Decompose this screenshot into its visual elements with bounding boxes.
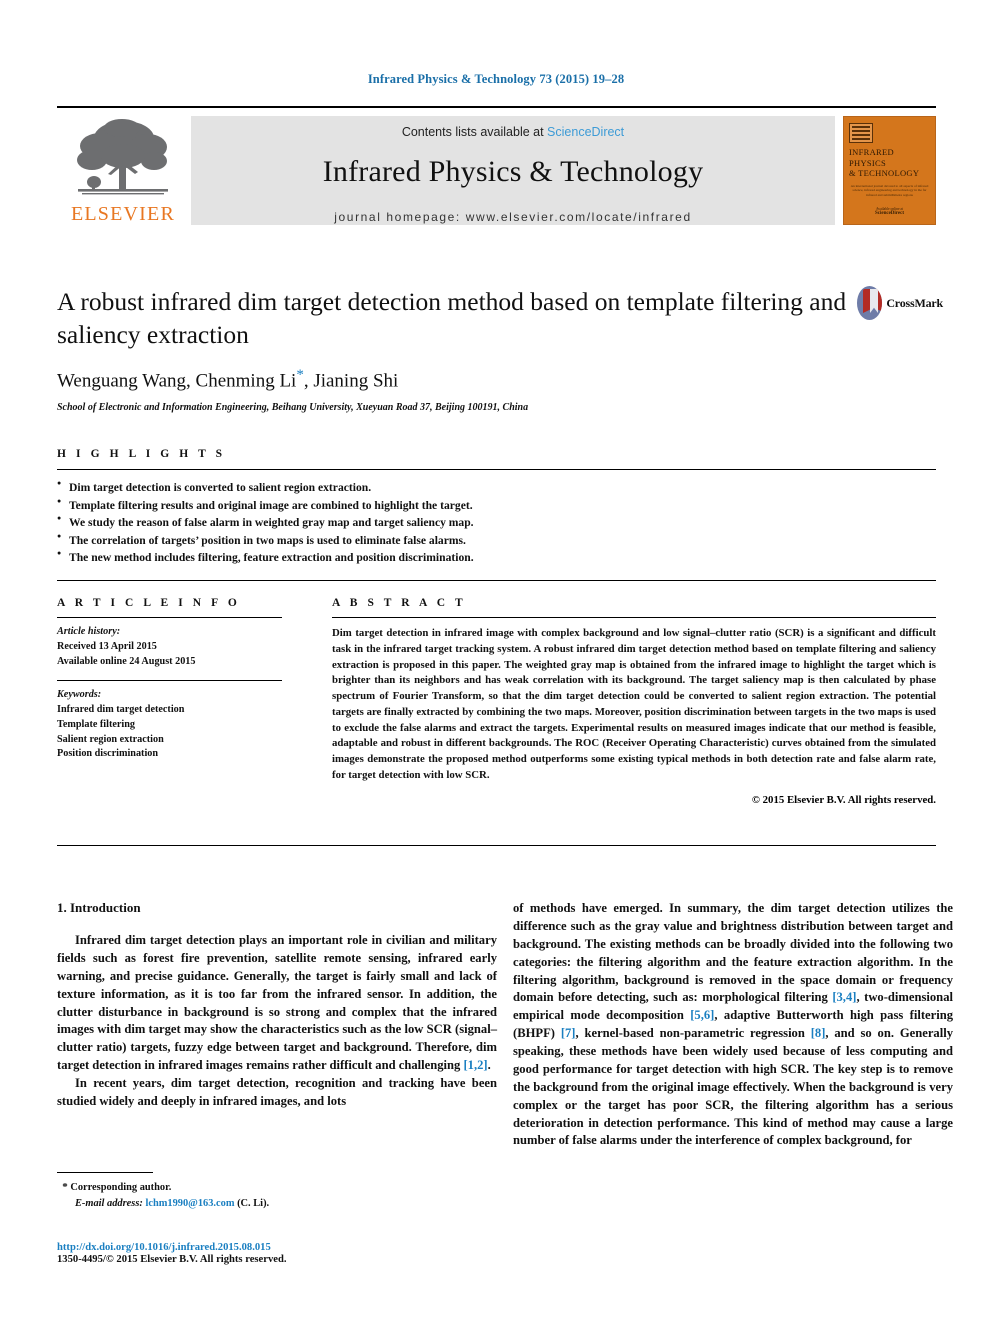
article-history-group: Article history: Received 13 April 2015 …	[57, 625, 282, 669]
abstract-copyright: © 2015 Elsevier B.V. All rights reserved…	[751, 794, 936, 807]
crossmark-badge[interactable]: CrossMark	[857, 283, 943, 323]
body-column-right: of methods have emerged. In summary, the…	[513, 900, 953, 1150]
colophon-block: http://dx.doi.org/10.1016/j.infrared.201…	[57, 1242, 517, 1265]
article-info-heading: A R T I C L E I N F O	[57, 597, 241, 609]
citation-ref[interactable]: [1,2]	[463, 1058, 487, 1072]
cover-emblem-icon	[849, 123, 873, 143]
body-column-left: 1. Introduction Infrared dim target dete…	[57, 900, 497, 1111]
abstract-heading: A B S T R A C T	[332, 597, 467, 609]
paragraph-text: of methods have emerged. In summary, the…	[513, 901, 953, 1005]
elsevier-logo: ELSEVIER	[57, 108, 189, 233]
paper-page: Infrared Physics & Technology 73 (2015) …	[0, 0, 992, 1323]
cover-title-line2: & TECHNOLOGY	[849, 168, 920, 179]
keyword-item: Template filtering	[57, 718, 135, 730]
corresponding-author-text: Corresponding author.	[70, 1182, 172, 1193]
contents-available-line: Contents lists available at ScienceDirec…	[402, 125, 624, 139]
article-info-divider	[57, 617, 282, 618]
abstract-text: Dim target detection in infrared image w…	[332, 627, 936, 781]
journal-title: Infrared Physics & Technology	[322, 155, 704, 188]
keyword-item: Salient region extraction	[57, 733, 164, 745]
elsevier-wordmark: ELSEVIER	[70, 203, 176, 225]
article-history-label: Article history:	[57, 626, 121, 637]
sciencedirect-link[interactable]: ScienceDirect	[547, 125, 624, 139]
highlights-list: Dim target detection is converted to sal…	[57, 478, 936, 567]
cover-footer-brand: ScienceDirect	[874, 211, 905, 216]
footnote-divider	[57, 1172, 153, 1173]
footnote-star-icon: *	[62, 1181, 68, 1193]
paragraph-text: , kernel-based non-parametric regression	[575, 1026, 811, 1041]
cover-title-line1: INFRARED PHYSICS	[849, 147, 894, 168]
cover-subtitle: An international journal devoted to all …	[850, 183, 929, 198]
section-heading-introduction: 1. Introduction	[57, 900, 141, 915]
elsevier-tree-icon	[77, 119, 168, 195]
list-item: The correlation of targets’ position in …	[57, 531, 936, 550]
authors-secondary: , Jianing Shi	[303, 370, 399, 392]
highlights-divider	[57, 469, 936, 470]
footnote-block: * Corresponding author. E-mail address: …	[57, 1172, 497, 1211]
journal-masthead: ELSEVIER Contents lists available at Sci…	[57, 106, 936, 233]
highlights-section: H I G H L I G H T S Dim target detection…	[57, 448, 936, 582]
list-item: Dim target detection is converted to sal…	[57, 478, 936, 497]
crossmark-label: CrossMark	[886, 295, 943, 310]
highlights-heading: H I G H L I G H T S	[57, 448, 226, 460]
affiliation: School of Electronic and Information Eng…	[57, 401, 529, 413]
author-list: Wenguang Wang, Chenming Li*, Jianing Shi	[57, 367, 847, 392]
corresponding-author-marker[interactable]: *	[296, 367, 304, 383]
keyword-item: Infrared dim target detection	[57, 704, 185, 716]
abstract-bottom-divider	[57, 845, 936, 846]
abstract-section: A B S T R A C T Dim target detection in …	[332, 597, 936, 806]
page-title: A robust infrared dim target detection m…	[57, 287, 847, 349]
paragraph-text: Infrared dim target detection plays an i…	[57, 933, 497, 1073]
corresponding-author-note: * Corresponding author.	[57, 1179, 497, 1196]
keywords-label: Keywords:	[57, 689, 102, 701]
highlights-bottom-divider	[57, 580, 936, 582]
history-received: Received 13 April 2015	[57, 640, 157, 652]
abstract-divider	[332, 617, 936, 618]
paragraph: Infrared dim target detection plays an i…	[57, 932, 497, 1075]
keyword-item: Position discrimination	[57, 748, 159, 760]
article-info-section: A R T I C L E I N F O Article history: R…	[57, 597, 282, 762]
email-owner: (C. Li).	[237, 1197, 270, 1209]
article-title-block: A robust infrared dim target detection m…	[57, 286, 847, 413]
email-label: E-mail address:	[75, 1197, 143, 1209]
journal-band: Contents lists available at ScienceDirec…	[191, 116, 835, 225]
list-item: We study the reason of false alarm in we…	[57, 513, 936, 532]
list-item: Template filtering results and original …	[57, 496, 936, 515]
paragraph-text: , and so on. Generally speaking, these m…	[513, 1026, 953, 1148]
issn-copyright-line: 1350-4495/© 2015 Elsevier B.V. All right…	[57, 1254, 287, 1265]
keywords-divider	[57, 680, 282, 682]
citation-ref[interactable]: [5,6]	[690, 1008, 714, 1022]
paragraph-text-end: .	[487, 1058, 491, 1073]
email-link[interactable]: lchm1990@163.com	[145, 1198, 234, 1209]
cover-footer: Available online at ScienceDirect	[844, 207, 935, 216]
journal-homepage[interactable]: journal homepage: www.elsevier.com/locat…	[334, 210, 691, 224]
history-available-online: Available online 24 August 2015	[57, 655, 196, 667]
paragraph: of methods have emerged. In summary, the…	[513, 900, 953, 1150]
journal-cover-thumbnail[interactable]: INFRARED PHYSICS & TECHNOLOGY An interna…	[843, 116, 936, 225]
crossmark-icon	[857, 286, 883, 320]
contents-prefix: Contents lists available at	[401, 125, 548, 139]
list-item: The new method includes filtering, featu…	[57, 548, 936, 567]
paragraph: In recent years, dim target detection, r…	[57, 1076, 497, 1108]
citation-ref[interactable]: [7]	[561, 1026, 576, 1040]
authors-primary: Wenguang Wang, Chenming Li	[57, 370, 297, 392]
citation-ref[interactable]: [3,4]	[832, 990, 856, 1004]
running-head: Infrared Physics & Technology 73 (2015) …	[367, 72, 625, 86]
email-note: E-mail address: lchm1990@163.com (C. Li)…	[57, 1196, 497, 1212]
citation-ref[interactable]: [8]	[811, 1026, 826, 1040]
doi-link[interactable]: http://dx.doi.org/10.1016/j.infrared.201…	[57, 1242, 517, 1253]
keywords-group: Keywords: Infrared dim target detection …	[57, 688, 282, 762]
